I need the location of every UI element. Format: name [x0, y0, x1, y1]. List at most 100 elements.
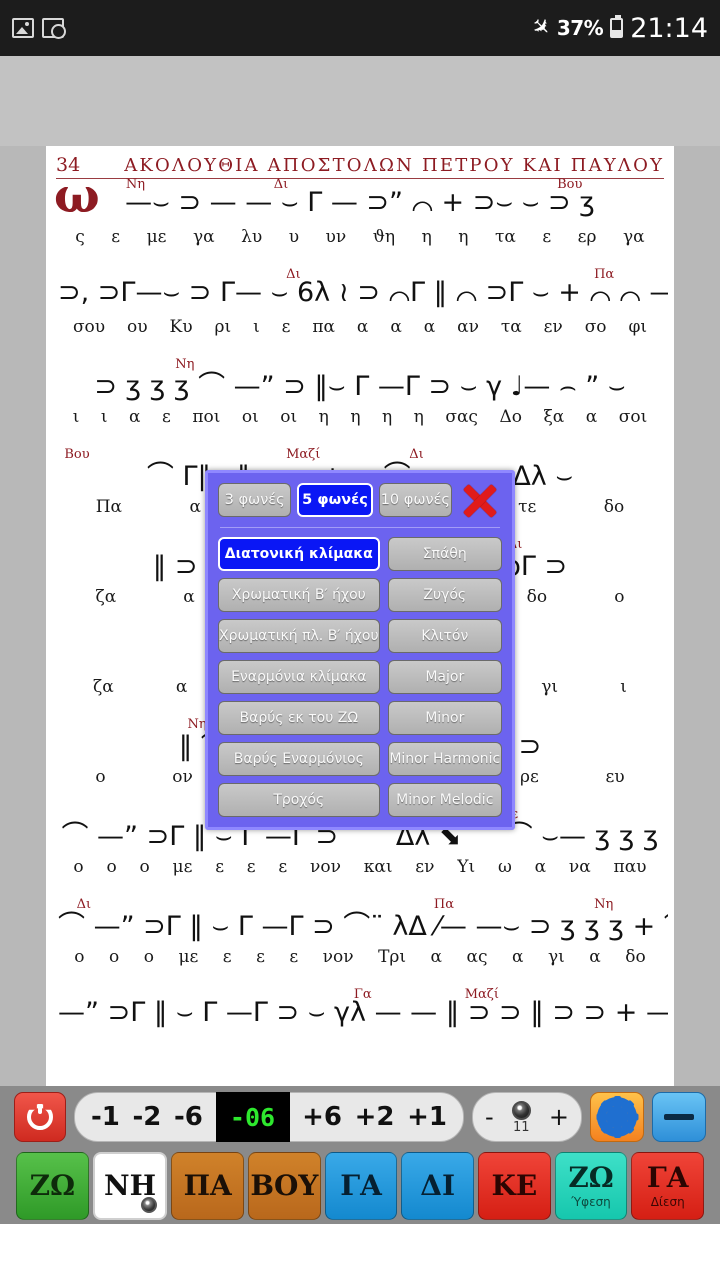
scale-option-button[interactable]: Minor: [387, 701, 502, 735]
score-line: Δι Πα Νη ⌒ —” ⊃Γ ‖ ⌣ Γ —Γ ⊃ ⌒¨ λΔ ⁄— —⌣ ⊃ ʒ…: [52, 897, 668, 989]
lyric-syllable: οι: [280, 407, 298, 427]
note-button-γα[interactable]: ΓΑ: [324, 1152, 398, 1220]
note-label: ΖΩ: [568, 1160, 614, 1194]
lyric-syllable: υν: [325, 227, 347, 247]
lyric-syllable: νον: [322, 947, 354, 967]
transpose-control: -1 -2 -6 -06 +6 +2 +1: [74, 1092, 464, 1142]
scale-option-button[interactable]: Major: [387, 660, 502, 694]
lyric-syllable: ε: [111, 227, 121, 247]
transpose-minus-6-button[interactable]: -6: [174, 1102, 203, 1132]
lyric-syllable: ζα: [93, 677, 114, 697]
voice-option-button[interactable]: 10 φωνές: [378, 483, 452, 517]
note-button-γα[interactable]: ΓΑ Δίεση: [631, 1152, 705, 1220]
volume-indicator: 11: [511, 1100, 531, 1135]
transpose-minus-2-button[interactable]: -2: [133, 1102, 162, 1132]
scale-option-button[interactable]: Χρωματική πλ. Β′ ήχου: [218, 619, 380, 653]
lyric-syllable: οι: [241, 407, 259, 427]
score-line: Νη Δι Βου —⌣ ⊃ — — ⌣ Γ — ⊃” ⌒ + ⊃⌣ ⌣ ⊃ ʒςεμ…: [52, 177, 668, 269]
note-sublabel: Δίεση: [650, 1194, 685, 1209]
lyric-syllable: ποι: [192, 407, 221, 427]
voice-option-button[interactable]: 3 φωνές: [218, 483, 292, 517]
note-button-νη[interactable]: ΝΗ: [92, 1152, 168, 1220]
scale-option-button[interactable]: Κλιτόν: [387, 619, 502, 653]
lyric-syllable: ου: [127, 317, 148, 337]
volume-value-label: 11: [513, 1119, 530, 1135]
volume-up-button[interactable]: +: [549, 1103, 569, 1131]
transpose-minus-1-button[interactable]: -1: [91, 1102, 120, 1132]
lyric-syllable: πα: [312, 317, 336, 337]
lyric-syllable: λυ: [241, 227, 263, 247]
lyric-syllable: ερ: [577, 227, 597, 247]
scale-option-button[interactable]: Τροχός: [218, 783, 380, 817]
note-button-δι[interactable]: ΔΙ: [401, 1152, 475, 1220]
lyric-syllable: αν: [457, 317, 479, 337]
scale-option-button[interactable]: Εναρμόνια κλίμακα: [218, 660, 380, 694]
lyric-syllable: ε: [256, 947, 265, 967]
lyric-syllable: α: [589, 947, 601, 967]
scale-option-button[interactable]: Ζυγός: [387, 578, 502, 612]
settings-button[interactable]: [590, 1092, 644, 1142]
minimize-button[interactable]: [652, 1092, 706, 1142]
lyric-syllable: τε: [518, 497, 537, 517]
close-icon[interactable]: [458, 481, 502, 519]
note-button-βου[interactable]: ΒΟΥ: [248, 1152, 321, 1220]
lyric-syllable: Υι: [457, 857, 476, 877]
lyric-syllable: εν: [543, 317, 563, 337]
lyric-syllable: ο: [139, 857, 150, 877]
score-line: Νη ⊃ ʒ ʒ ʒ ⌒ —” ⊃ ‖⌣ Γ —Γ ⊃ ⌣ γ ♩— ⌢ ” ⌣ ι…: [52, 357, 668, 449]
note-label: ΒΟΥ: [250, 1169, 319, 1202]
lyric-syllable: γα: [622, 227, 645, 247]
note-button-πα[interactable]: ΠΑ: [171, 1152, 245, 1220]
lyric-syllable: α: [189, 497, 201, 517]
martyria-label: Νη: [125, 177, 146, 192]
voice-option-button[interactable]: 5 φωνές: [297, 483, 373, 517]
scale-option-button[interactable]: Minor Harmonic: [387, 742, 502, 776]
martyria-label: Γα: [353, 987, 372, 1002]
lyric-syllable: τα: [500, 317, 522, 337]
transpose-plus-2-button[interactable]: +2: [355, 1102, 395, 1132]
scale-option-grid: Διατονική κλίμακα Σπάθη Χρωματική Β′ ήχου Ζ…: [218, 537, 502, 817]
lyric-syllable: η: [421, 227, 432, 247]
battery-percent-label: 37%: [556, 16, 604, 40]
lyric-syllable: η: [458, 227, 469, 247]
lyrics-row: σου ου Κυ ρι ι ε πα α α α αν τα εν σο φι: [52, 317, 668, 337]
lyrics-row: ς ε με γα λυ υ υν ϑη η η τα ε ερ γα: [52, 227, 668, 247]
note-button-ζω[interactable]: ΖΩ: [16, 1152, 89, 1220]
lyrics-row: ι ι α ε ποι οι οι η η η η σας Δο ξα α σοι: [52, 407, 668, 427]
scale-selection-dialog[interactable]: 3 φωνές 5 φωνές 10 φωνές Διατονική κλίμακα…: [205, 470, 515, 830]
dialog-divider: [220, 527, 500, 528]
scale-option-button[interactable]: Minor Melodic: [387, 783, 502, 817]
note-button-bar: ΖΩ ΝΗ ΠΑ ΒΟΥ ΓΑ ΔΙ ΚΕ ΖΩ Ύφεση ΓΑ Δίεση: [0, 1148, 720, 1224]
speaker-icon: [511, 1100, 531, 1120]
lyric-syllable: με: [146, 227, 167, 247]
volume-down-button[interactable]: -: [485, 1103, 494, 1131]
lyric-syllable: Δο: [499, 407, 522, 427]
martyria-label: Νη: [187, 717, 207, 732]
note-label: ΠΑ: [183, 1169, 232, 1202]
scale-option-button[interactable]: Σπάθη: [387, 537, 502, 571]
note-label: ΓΑ: [646, 1160, 689, 1194]
scale-option-button[interactable]: Βαρύς εκ του ΖΩ: [218, 701, 380, 735]
gear-teeth: [596, 1096, 638, 1138]
transpose-plus-1-button[interactable]: +1: [407, 1102, 447, 1132]
scale-option-button[interactable]: Διατονική κλίμακα: [218, 537, 380, 571]
power-button[interactable]: [14, 1092, 66, 1142]
martyria-label: Νη: [175, 357, 195, 372]
lyric-syllable: ρε: [520, 767, 539, 787]
lyrics-row: ο ο ο με ε ε ε νον Τρι α ας α γι α δο: [52, 947, 668, 967]
lyric-syllable: ρι: [214, 317, 232, 337]
lyric-syllable: ον: [172, 767, 193, 787]
transpose-value-display: -06: [215, 1092, 290, 1142]
note-button-κε[interactable]: ΚΕ: [478, 1152, 551, 1220]
transpose-plus-6-button[interactable]: +6: [302, 1102, 342, 1132]
lyric-syllable: με: [172, 857, 193, 877]
power-icon: [27, 1104, 53, 1130]
lyric-syllable: γι: [547, 947, 565, 967]
note-button-ζω[interactable]: ΖΩ Ύφεση: [554, 1152, 628, 1220]
airplane-mode-icon: ✈: [525, 12, 557, 44]
scale-option-button[interactable]: Βαρύς Εναρμόνιος: [218, 742, 380, 776]
lyric-syllable: εν: [415, 857, 435, 877]
scale-option-button[interactable]: Χρωματική Β′ ήχου: [218, 578, 380, 612]
lyric-syllable: α: [585, 407, 598, 427]
lyric-syllable: Κυ: [169, 317, 193, 337]
